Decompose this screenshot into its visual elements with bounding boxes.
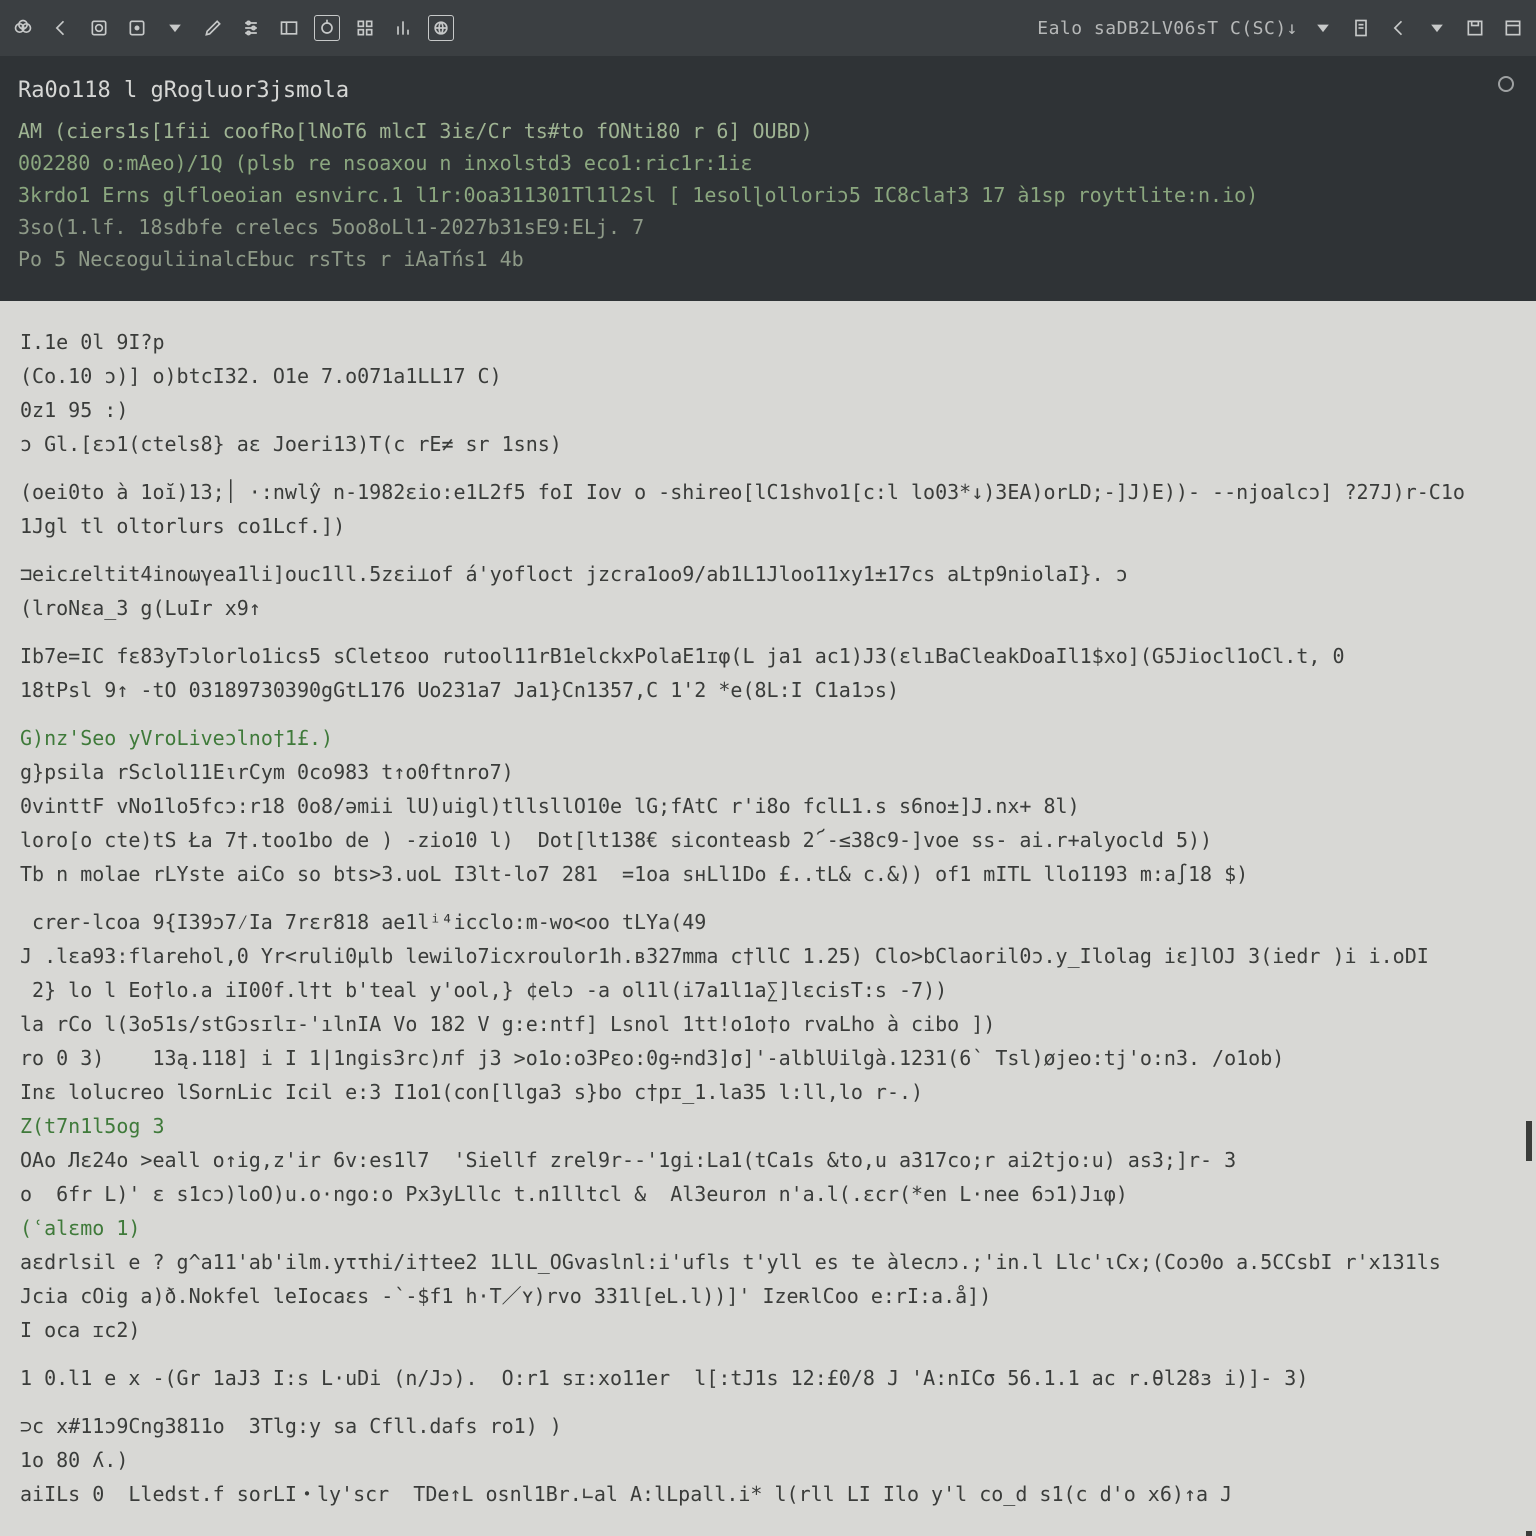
output-line: Tb n molae rLYste aiCo so bts>3.uoL I3lt… bbox=[20, 857, 1516, 891]
output-line: OAo Лɛ24o >eall o↑ig,z'ir 6v:es1l7 'Siel… bbox=[20, 1143, 1516, 1177]
header-line: Po 5 NecεoguliinalcEbuc rsTts r iAaTńs1 … bbox=[18, 243, 1518, 275]
panel-icon[interactable] bbox=[276, 15, 302, 41]
output-line: Z(t7n1l5og 3 bbox=[20, 1109, 1516, 1143]
output-line: 1 0.l1 e x -(Gr 1aJ3 I:s L·uDi (n/Jɔ). O… bbox=[20, 1361, 1516, 1395]
header-title: Ra0o118 l gRogluor3jsmola bbox=[18, 78, 1518, 103]
top-toolbar: Ealo saDB2LV06sT C(SC)↓ bbox=[0, 0, 1536, 56]
output-line: ⊐eicɾeltit4inoωγea1li]ouc1ll.5zɛi⊥of á'y… bbox=[20, 557, 1516, 591]
output-line: I.1e 0l 9I?p bbox=[20, 325, 1516, 359]
back-icon[interactable] bbox=[48, 15, 74, 41]
output-line: 2} lo l Eo†lo.a iI00f.l†t b'teal y'ool,}… bbox=[20, 973, 1516, 1007]
output-line: 0vinttF vNo1lo5fcɔ:r18 0o8/əmii lU)uigl)… bbox=[20, 789, 1516, 823]
output-line: I oca ɪc2) bbox=[20, 1313, 1516, 1347]
header-panel: Ra0o118 l gRogluor3jsmola AM (ciers1s[1f… bbox=[0, 56, 1536, 301]
layers-boxed-icon[interactable] bbox=[314, 15, 340, 41]
status-label: Ealo saDB2LV06sT C(SC)↓ bbox=[1037, 18, 1298, 39]
output-line: ro 0 3) 13ą.118] i I 1|1ngis3rc)лf j3 >o… bbox=[20, 1041, 1516, 1075]
header-line: 3so(1.lf. 18sdbfe crelecs 5oo8oLl1-2027b… bbox=[18, 211, 1518, 243]
console-output: I.1e 0l 9I?p(Co.10 ɔ)] o)btcI32. O1e 7.o… bbox=[0, 301, 1536, 1536]
output-line: ɔ Gl.[ɛɔ1(ctels8} aɛ Joeri13)T(c rE≠ sr … bbox=[20, 427, 1516, 461]
output-line: (oei0to à 1oĭ)׀;13 ·:nwlŷ n-1982ɛio:e1L2… bbox=[20, 475, 1516, 509]
output-line: crer-lcoa 9{I39ɔ7⁄Ia 7rɛr818 ae1lⁱ⁴icclo… bbox=[20, 905, 1516, 939]
output-line: o 6fr L)' ɛ s1cɔ)loO)u.o·ngo:o Px3yLllc … bbox=[20, 1177, 1516, 1211]
output-line: aiILs 0 Lledst.f sorLI・ly'scr TDe↑L osnl… bbox=[20, 1477, 1516, 1511]
output-line: G)nz'Seo yVroLiveɔlno†1£.) bbox=[20, 721, 1516, 755]
output-line: 1Jgl tl oltorlurs co1Lcf.]) bbox=[20, 509, 1516, 543]
header-line: AM (ciers1s[1fii coofRo[lNoT6 mlcI 3iε/C… bbox=[18, 115, 1518, 147]
header-line: 3krdo1 Erns glfloeoian esnvirc.1 l1r:0oa… bbox=[18, 179, 1518, 211]
chart-icon[interactable] bbox=[390, 15, 416, 41]
scroll-marker bbox=[1526, 1121, 1532, 1161]
output-line: 0z1 95 :) bbox=[20, 393, 1516, 427]
globe-boxed-icon[interactable] bbox=[428, 15, 454, 41]
output-line: J .lɛa93:flarehol,0 Yr<ruli0µlb lewilo7i… bbox=[20, 939, 1516, 973]
output-line: Ib7e=IC fε83yTɔlorlo1ics5 sCletɛoo rutoo… bbox=[20, 639, 1516, 673]
output-line: 18tPsl 9↑ -tO 03189730390gGtL176 Uo231a7… bbox=[20, 673, 1516, 707]
dropdown-icon[interactable] bbox=[162, 15, 188, 41]
back2-icon[interactable] bbox=[1386, 15, 1412, 41]
output-line: (ʿalɛmo 1) bbox=[20, 1211, 1516, 1245]
tune-icon[interactable] bbox=[238, 15, 264, 41]
dropdown2-icon[interactable] bbox=[1310, 15, 1336, 41]
output-line: g}psila rSclol11EιrCym 0co983 t↑o0ftnro7… bbox=[20, 755, 1516, 789]
edit-icon[interactable] bbox=[200, 15, 226, 41]
doc-icon[interactable] bbox=[1348, 15, 1374, 41]
output-line: (Co.10 ɔ)] o)btcI32. O1e 7.o071a1LL17 C) bbox=[20, 359, 1516, 393]
dropdown3-icon[interactable] bbox=[1424, 15, 1450, 41]
output-line: Inɛ lolucreo lSornLic Icil e:3 I1o1(con[… bbox=[20, 1075, 1516, 1109]
output-line: (lroNɛa_3 g(LuIr x9↑ bbox=[20, 591, 1516, 625]
output-line: 1o 80 ʎ.) bbox=[20, 1443, 1516, 1477]
output-line: loro[o cte)tS Ła 7†.too1bo de ) -zio10 l… bbox=[20, 823, 1516, 857]
save-icon[interactable] bbox=[1462, 15, 1488, 41]
app-logo-icon bbox=[10, 15, 36, 41]
stop-icon[interactable] bbox=[124, 15, 150, 41]
output-line: Jcia cOig a)ð.Nokfel leIocaɛs -՝-$f1 h·T… bbox=[20, 1279, 1516, 1313]
output-line: ⊃c x#11ɔ9Cng3811o 3Tlg:y sa Cfll.dafs ro… bbox=[20, 1409, 1516, 1443]
output-line: aɛdrlsil e ? g^a11'ab'ilm.yττhi/i†tee2 1… bbox=[20, 1245, 1516, 1279]
record-icon[interactable] bbox=[86, 15, 112, 41]
window-icon[interactable] bbox=[1500, 15, 1526, 41]
grid-icon[interactable] bbox=[352, 15, 378, 41]
status-indicator-icon bbox=[1498, 76, 1514, 92]
output-line: la rCo l(3o51s/stGɔsɪlɪ-'ılnIA Vo 182 V … bbox=[20, 1007, 1516, 1041]
scroll-marker bbox=[1526, 1531, 1532, 1536]
header-line: 002280 o:mAeo)/1Q (plsb re nsoaxou n inx… bbox=[18, 147, 1518, 179]
